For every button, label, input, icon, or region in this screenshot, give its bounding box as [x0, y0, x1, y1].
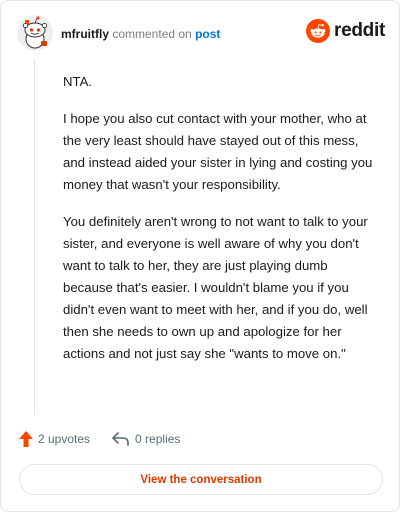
post-link[interactable]: post — [195, 27, 220, 41]
reply-count: 0 replies — [135, 432, 181, 446]
snoo-avatar-icon — [17, 15, 53, 51]
reply-arrow-icon — [112, 432, 129, 446]
upvote-button[interactable]: 2 upvotes — [19, 431, 90, 447]
upvote-arrow-icon — [19, 431, 33, 447]
comment-paragraph: You definitely aren't wrong to not want … — [63, 214, 368, 361]
comment-header: mfruitfly commented on post reddit — [17, 15, 385, 51]
brand-wordmark: reddit — [334, 20, 385, 41]
reddit-logo[interactable]: reddit — [306, 19, 385, 43]
view-conversation-button[interactable]: View the conversation — [19, 464, 383, 495]
reply-button[interactable]: 0 replies — [112, 432, 180, 446]
reddit-alien-icon — [306, 19, 331, 43]
username-link[interactable]: mfruitfly — [61, 27, 109, 41]
comment-body: NTA. I hope you also cut contact with yo… — [63, 71, 381, 380]
comment-footer: 2 upvotes 0 replies — [19, 429, 202, 449]
comment-card: mfruitfly commented on post reddit NTA. … — [0, 0, 400, 512]
comment-meta: mfruitfly commented on post — [61, 27, 220, 41]
user-avatar[interactable] — [17, 15, 53, 51]
comment-paragraph: I hope you also cut contact with your mo… — [63, 111, 373, 192]
action-text: commented on — [112, 27, 192, 41]
thread-line — [34, 59, 35, 415]
upvote-count: 2 upvotes — [38, 432, 91, 446]
comment-paragraph: NTA. — [63, 74, 93, 89]
